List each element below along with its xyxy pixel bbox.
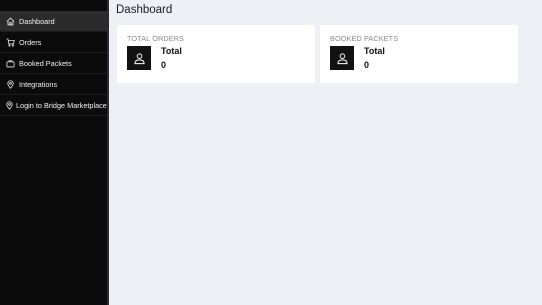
bag-icon bbox=[5, 58, 15, 68]
sidebar-item-label: Dashboard bbox=[19, 16, 55, 26]
card-label: BOOKED PACKETS bbox=[330, 34, 399, 43]
sidebar-item-dashboard[interactable]: Dashboard bbox=[0, 11, 107, 32]
cart-icon bbox=[5, 37, 15, 47]
sidebar-item-label: Login to Bridge Marketplace bbox=[16, 100, 107, 110]
map-pin-icon bbox=[5, 79, 15, 89]
total-orders-card: TOTAL ORDERS Total 0 bbox=[117, 25, 315, 83]
stat-name: Total bbox=[161, 46, 182, 56]
sidebar-item-label: Orders bbox=[19, 37, 42, 47]
stat-value: 0 bbox=[364, 60, 370, 70]
stat-value: 0 bbox=[161, 60, 167, 70]
booked-packets-card: BOOKED PACKETS Total 0 bbox=[320, 25, 518, 83]
stat-name: Total bbox=[364, 46, 385, 56]
map-pin-icon bbox=[4, 100, 14, 110]
sidebar-item-booked-packets[interactable]: Booked Packets bbox=[0, 53, 107, 74]
user-icon bbox=[127, 46, 151, 70]
sidebar-item-label: Integrations bbox=[19, 79, 58, 89]
main-content: Dashboard TOTAL ORDERS Total 0 BOOKED PA… bbox=[111, 0, 542, 305]
page-title: Dashboard bbox=[116, 4, 173, 16]
sidebar-top bbox=[0, 0, 107, 11]
sidebar-item-login-bridge-marketplace[interactable]: Login to Bridge Marketplace bbox=[0, 95, 107, 116]
sidebar-item-label: Booked Packets bbox=[19, 58, 72, 68]
sidebar-item-orders[interactable]: Orders bbox=[0, 32, 107, 53]
user-icon bbox=[330, 46, 354, 70]
home-icon bbox=[5, 16, 15, 26]
card-label: TOTAL ORDERS bbox=[127, 34, 185, 43]
sidebar-item-integrations[interactable]: Integrations bbox=[0, 74, 107, 95]
sidebar: Dashboard Orders Booked Packets Integrat… bbox=[0, 0, 109, 305]
